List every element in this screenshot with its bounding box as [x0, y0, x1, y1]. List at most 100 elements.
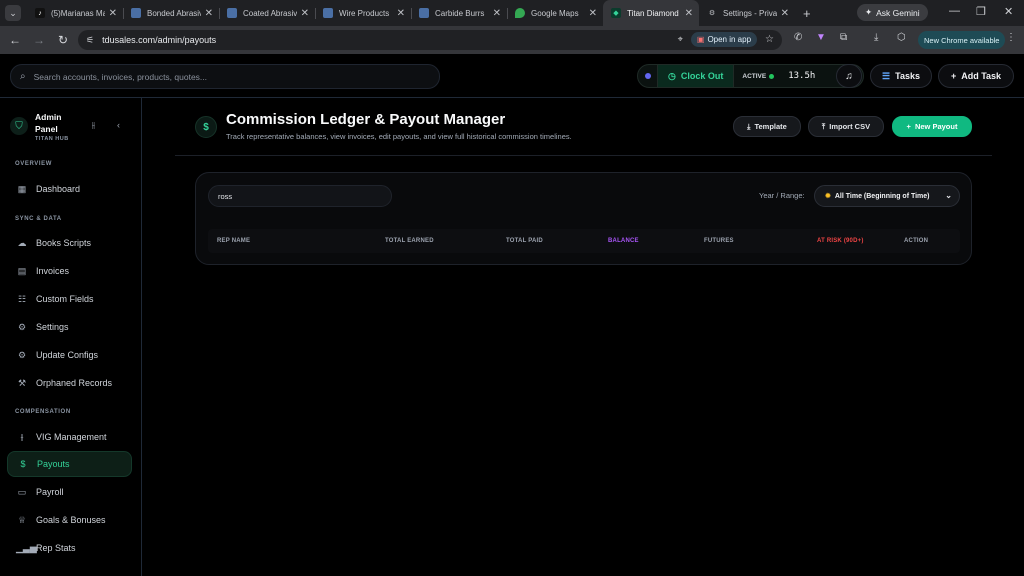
range-select[interactable]: ✹ All Time (Beginning of Time) ⌄: [814, 185, 960, 207]
downloads-icon[interactable]: ⤓: [874, 32, 878, 43]
column-header-total-paid[interactable]: TOTAL PAID: [506, 238, 543, 244]
sidebar-item-invoices[interactable]: ▤ Invoices: [7, 258, 132, 284]
close-icon[interactable]: ✕: [493, 8, 501, 19]
site-info-icon[interactable]: ⚟: [86, 35, 94, 46]
url-text[interactable]: tdusales.com/admin/payouts: [102, 35, 216, 45]
more-menu-icon[interactable]: ⋮: [1006, 32, 1016, 43]
sidebar-item-vig-management[interactable]: ⫲ VIG Management: [7, 424, 132, 450]
phone-icon[interactable]: ✆: [794, 32, 802, 43]
close-icon[interactable]: ✕: [301, 8, 309, 19]
dollar-icon: $: [20, 459, 26, 469]
grid-icon: ▦: [17, 183, 27, 194]
back-icon[interactable]: ←: [6, 33, 24, 47]
open-in-app-button[interactable]: ▣ Open in app: [690, 32, 758, 47]
sidebar-item-payouts[interactable]: $ Payouts: [7, 451, 132, 477]
sidebar-item-settings[interactable]: ⚙ Settings: [7, 314, 132, 340]
sidebar-item-dashboard[interactable]: ▦ Dashboard: [7, 176, 132, 202]
browser-tab[interactable]: Coated Abrasiv ✕: [219, 0, 315, 26]
profile-icon[interactable]: ⬡: [897, 32, 906, 43]
template-label: Template: [754, 122, 787, 131]
minimize-icon[interactable]: —: [949, 5, 960, 17]
section-overview: OVERVIEW: [15, 161, 53, 167]
clock-out-button[interactable]: ◷ Clock Out: [657, 65, 735, 87]
import-csv-button[interactable]: ⤒ Import CSV: [808, 116, 884, 137]
restore-icon[interactable]: ❐: [976, 5, 986, 18]
browser-tab[interactable]: ⚙ Settings - Priva ✕: [699, 0, 795, 26]
sidebar-item-goals-bonuses[interactable]: ♕ Goals & Bonuses: [7, 507, 132, 533]
tab-search-icon[interactable]: ⌄: [5, 5, 21, 21]
browser-tab[interactable]: Google Maps ✕: [507, 0, 603, 26]
column-header-total-earned[interactable]: TOTAL EARNED: [385, 238, 434, 244]
search-input[interactable]: [33, 71, 414, 82]
new-tab-icon[interactable]: +: [803, 6, 811, 21]
clock-out-label: Clock Out: [680, 71, 724, 81]
forward-icon[interactable]: →: [30, 33, 48, 47]
site-icon: [131, 8, 141, 18]
browser-tab[interactable]: ♪ (5)Marianas Ma ✕: [27, 0, 123, 26]
sidebar-item-update-configs[interactable]: ⚙ Update Configs: [7, 342, 132, 368]
add-task-button[interactable]: + Add Task: [938, 64, 1014, 88]
global-search[interactable]: ⌕: [10, 64, 440, 89]
tasks-button[interactable]: ☰ Tasks: [870, 64, 932, 88]
collapse-chevron-icon[interactable]: ‹: [117, 120, 120, 130]
sidebar-item-label: Goals & Bonuses: [36, 515, 106, 525]
sidebar-item-rep-stats[interactable]: ▁▃▅ Rep Stats: [7, 535, 132, 561]
close-icon[interactable]: ✕: [589, 8, 597, 19]
new-chrome-label: New Chrome available: [924, 35, 1000, 45]
download-ext-icon[interactable]: ▼: [816, 32, 826, 43]
sparkle-icon: ✦: [865, 7, 873, 17]
bookmark-star-icon[interactable]: ☆: [765, 34, 774, 45]
sidebar-item-payroll[interactable]: ▭ Payroll: [7, 479, 132, 505]
close-icon[interactable]: ✕: [781, 8, 789, 19]
sidebar-item-label: Dashboard: [36, 184, 81, 194]
browser-tab[interactable]: Bonded Abrasiv ✕: [123, 0, 219, 26]
ledger-table-header: REP NAME TOTAL EARNED TOTAL PAID BALANCE…: [208, 229, 960, 253]
browser-tab[interactable]: Wire Products ✕: [315, 0, 411, 26]
sidebar-item-label: Update Configs: [36, 350, 99, 360]
bell-icon: ♫: [845, 70, 853, 82]
download-icon: ⤓: [747, 121, 751, 131]
column-header-at-risk[interactable]: AT RISK (90D+): [817, 238, 864, 244]
sidebar-item-custom-fields[interactable]: ☷ Custom Fields: [7, 286, 132, 312]
sidebar-item-orphaned-records[interactable]: ⚒ Orphaned Records: [7, 370, 132, 396]
app-icon: ▣: [696, 35, 705, 44]
sun-icon: ✹: [825, 193, 831, 200]
notifications-button[interactable]: ♫: [836, 64, 862, 88]
extensions-icon[interactable]: ⧉: [840, 32, 847, 43]
document-icon: ▤: [17, 265, 27, 276]
plus-icon: +: [950, 71, 957, 81]
dollar-icon: $: [195, 116, 217, 138]
browser-toolbar: ← → ↻ ⚟ tdusales.com/admin/payouts ⌖ ▣ O…: [0, 26, 1024, 54]
import-csv-label: Import CSV: [829, 122, 871, 131]
close-window-icon[interactable]: ✕: [1004, 5, 1013, 18]
close-icon[interactable]: ✕: [109, 8, 117, 19]
cloud-icon: ☁: [17, 237, 27, 248]
column-header-action: ACTION: [904, 238, 929, 244]
close-icon[interactable]: ✕: [685, 8, 693, 19]
close-icon[interactable]: ✕: [397, 8, 405, 19]
sidebar-item-books-scripts[interactable]: ☁ Books Scripts: [7, 230, 132, 256]
close-icon[interactable]: ✕: [205, 8, 213, 19]
gear-icon: ⚙: [708, 10, 716, 17]
sidebar-item-label: Invoices: [36, 266, 70, 276]
new-chrome-available-button[interactable]: New Chrome available: [918, 31, 1006, 49]
template-button[interactable]: ⤓ Template: [733, 116, 801, 137]
brand-subtitle: TITAN HUB: [35, 135, 69, 142]
browser-tab-active[interactable]: ◆ Titan Diamond ✕: [603, 0, 699, 26]
sliders-icon[interactable]: ⫲: [92, 120, 95, 131]
column-header-futures[interactable]: FUTURES: [704, 238, 734, 244]
sidebar-item-label: VIG Management: [36, 432, 107, 442]
sidebar-item-label: Payouts: [37, 459, 70, 469]
status-dot: [645, 73, 651, 79]
browser-tab-strip: ⌄ ♪ (5)Marianas Ma ✕ Bonded Abrasiv ✕ Co…: [0, 0, 1024, 26]
reload-icon[interactable]: ↻: [54, 33, 72, 47]
ask-gemini-button[interactable]: ✦ Ask Gemini: [857, 4, 928, 21]
column-header-rep-name[interactable]: REP NAME: [217, 238, 250, 244]
address-bar[interactable]: ⚟ tdusales.com/admin/payouts ⌖ ▣ Open in…: [78, 30, 782, 50]
new-payout-button[interactable]: + New Payout: [892, 116, 972, 137]
browser-tab[interactable]: Carbide Burrs ✕: [411, 0, 507, 26]
rep-filter-input[interactable]: [208, 185, 392, 207]
shield-icon: ⛉: [10, 117, 28, 135]
location-icon[interactable]: ⌖: [678, 34, 683, 45]
column-header-balance[interactable]: BALANCE: [608, 238, 639, 244]
